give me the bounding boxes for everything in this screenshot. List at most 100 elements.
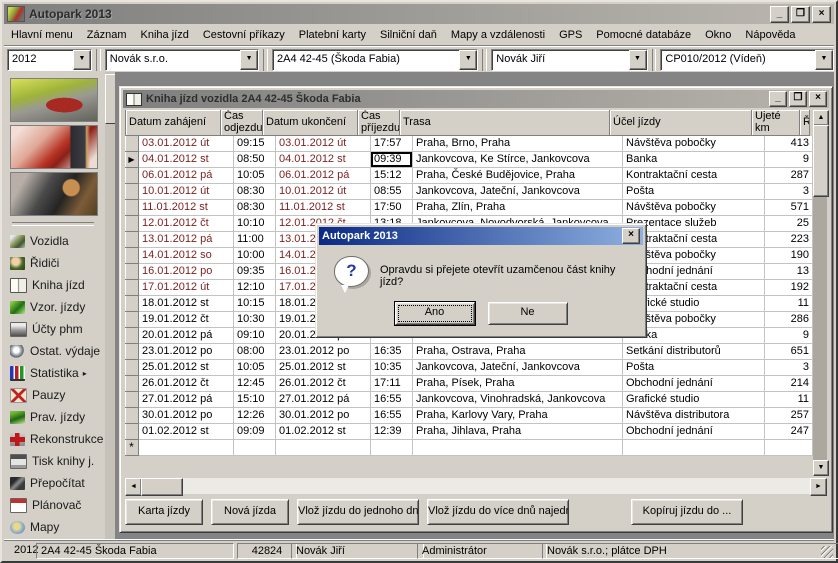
sidebar-item-prav-jizdy[interactable]: Prav. jízdy xyxy=(10,406,102,428)
row-selector[interactable] xyxy=(125,344,139,360)
column-header-ujete-km[interactable]: Ujeté km xyxy=(752,110,800,136)
cell-start_date[interactable]: 03.01.2012 út xyxy=(139,136,234,152)
cell-km[interactable]: 11 xyxy=(765,392,813,408)
column-header-cas-prijezdu[interactable]: Čas příjezdu xyxy=(358,110,400,136)
menu-item-zaznam[interactable]: Záznam xyxy=(80,27,134,43)
vertical-scrollbar-thumb[interactable] xyxy=(813,125,829,197)
cell-route[interactable]: Jankovcova, Jateční, Jankovcova xyxy=(413,184,623,200)
table-row[interactable]: ▶04.01.2012 st08:5004.01.2012 st09:39Jan… xyxy=(125,152,818,168)
sidebar-item-mapy[interactable]: Mapy xyxy=(10,516,102,538)
cell-end_date[interactable]: 06.01.2012 pá xyxy=(276,168,371,184)
cell-start_date[interactable]: 19.01.2012 čt xyxy=(139,312,234,328)
cell-dep_time[interactable]: 11:00 xyxy=(234,232,276,248)
sidebar-item-ucty-phm[interactable]: Účty phm xyxy=(10,318,102,340)
cell-route[interactable]: Praha, Písek, Praha xyxy=(413,376,623,392)
cell-km[interactable]: 651 xyxy=(765,344,813,360)
sidebar-scrollbar[interactable] xyxy=(105,72,115,541)
sidebar-item-vozidla[interactable]: Vozidla xyxy=(10,230,102,252)
cell-dep_time[interactable]: 09:15 xyxy=(234,136,276,152)
cell-dep_time[interactable]: 08:30 xyxy=(234,200,276,216)
sidebar-item-planovac[interactable]: Plánovač xyxy=(10,494,102,516)
combo-year-value[interactable]: 2012 xyxy=(8,50,73,70)
minimize-button[interactable]: _ xyxy=(770,6,789,23)
cell-end_date[interactable]: 23.01.2012 po xyxy=(276,344,371,360)
combo-vehicle[interactable]: 2A4 42-45 (Škoda Fabia)▼ xyxy=(272,49,478,71)
cell-km[interactable]: 13 xyxy=(765,264,813,280)
cell-arr_time[interactable]: 12:39 xyxy=(371,424,413,440)
cell-purpose[interactable]: Setkání distributorů xyxy=(623,344,765,360)
cell-empty[interactable] xyxy=(623,440,765,456)
combo-year[interactable]: 2012▼ xyxy=(7,49,92,71)
cell-km[interactable]: 190 xyxy=(765,248,813,264)
cell-start_date[interactable]: 30.01.2012 po xyxy=(139,408,234,424)
cell-empty[interactable] xyxy=(276,440,371,456)
cell-km[interactable]: 247 xyxy=(765,424,813,440)
combo-trip-order-value[interactable]: CP010/2012 (Vídeň) xyxy=(661,50,815,70)
sidebar-item-pauzy[interactable]: Pauzy xyxy=(10,384,102,406)
cell-end_date[interactable]: 26.01.2012 čt xyxy=(276,376,371,392)
table-row[interactable]: 10.01.2012 út08:3010.01.2012 út08:55Jank… xyxy=(125,184,818,200)
column-header-datum-zahajeni[interactable]: Datum zahájení xyxy=(126,110,221,136)
cell-dep_time[interactable]: 09:10 xyxy=(234,328,276,344)
cell-empty[interactable] xyxy=(765,440,813,456)
cell-arr_time[interactable]: 08:55 xyxy=(371,184,413,200)
cell-purpose[interactable]: Kontraktační cesta xyxy=(623,168,765,184)
combo-company[interactable]: Novák s.r.o.▼ xyxy=(105,49,259,71)
cell-km[interactable]: 214 xyxy=(765,376,813,392)
vertical-scrollbar[interactable]: ▲ ▼ xyxy=(813,110,827,474)
cell-km[interactable]: 223 xyxy=(765,232,813,248)
cell-km[interactable]: 3 xyxy=(765,184,813,200)
cell-start_date[interactable]: 17.01.2012 út xyxy=(139,280,234,296)
cell-start_date[interactable]: 16.01.2012 po xyxy=(139,264,234,280)
table-row[interactable]: 26.01.2012 čt12:4526.01.2012 čt17:11Prah… xyxy=(125,376,818,392)
cell-route[interactable]: Jankovcova, Ke Stírce, Jankovcova xyxy=(413,152,623,168)
cell-arr_time[interactable]: 16:55 xyxy=(371,392,413,408)
menu-item-cestovni-prikazy[interactable]: Cestovní příkazy xyxy=(196,27,292,43)
menu-item-silnicni-dan[interactable]: Silniční daň xyxy=(373,27,444,43)
cell-start_date[interactable]: 18.01.2012 st xyxy=(139,296,234,312)
cell-start_date[interactable]: 26.01.2012 čt xyxy=(139,376,234,392)
cell-dep_time[interactable]: 09:35 xyxy=(234,264,276,280)
menu-item-kniha-jizd[interactable]: Kniha jízd xyxy=(134,27,196,43)
cell-dep_time[interactable]: 15:10 xyxy=(234,392,276,408)
scroll-up-icon[interactable]: ▲ xyxy=(813,110,829,126)
chevron-down-icon[interactable]: ▼ xyxy=(629,50,647,70)
cell-km[interactable]: 287 xyxy=(765,168,813,184)
sidebar-item-prepocitat[interactable]: Přepočítat xyxy=(10,472,102,494)
cell-purpose[interactable]: Pošta xyxy=(623,184,765,200)
sidebar-item-tisk-knihy-j[interactable]: Tisk knihy j. xyxy=(10,450,102,472)
action-button-vloz-jizdu-do-vice-dnu-najednou[interactable]: Vlož jízdu do více dnů najednou xyxy=(427,499,569,525)
cell-start_date[interactable]: 06.01.2012 pá xyxy=(139,168,234,184)
cell-arr_time[interactable]: 16:35 xyxy=(371,344,413,360)
cell-end_date[interactable]: 01.02.2012 st xyxy=(276,424,371,440)
cell-purpose[interactable]: Grafické studio xyxy=(623,392,765,408)
cell-dep_time[interactable]: 10:15 xyxy=(234,296,276,312)
cell-arr_time[interactable]: 09:39 xyxy=(371,152,413,168)
row-selector[interactable] xyxy=(125,296,139,312)
cell-route[interactable]: Jankovcova, Jateční, Jankovcova xyxy=(413,360,623,376)
cell-start_date[interactable]: 12.01.2012 čt xyxy=(139,216,234,232)
cell-dep_time[interactable]: 10:05 xyxy=(234,168,276,184)
cell-purpose[interactable]: Banka xyxy=(623,152,765,168)
cell-start_date[interactable]: 13.01.2012 pá xyxy=(139,232,234,248)
maximize-button[interactable]: ❐ xyxy=(791,6,810,23)
row-selector[interactable] xyxy=(125,136,139,152)
scroll-down-icon[interactable]: ▼ xyxy=(813,460,829,476)
cell-end_date[interactable]: 11.01.2012 st xyxy=(276,200,371,216)
cell-dep_time[interactable]: 12:45 xyxy=(234,376,276,392)
cell-start_date[interactable]: 25.01.2012 st xyxy=(139,360,234,376)
cell-km[interactable]: 192 xyxy=(765,280,813,296)
table-row[interactable]: 03.01.2012 út09:1503.01.2012 út17:57Prah… xyxy=(125,136,818,152)
combo-driver[interactable]: Novák Jiří▼ xyxy=(491,49,647,71)
menu-item-napoveda[interactable]: Nápověda xyxy=(738,27,802,43)
action-button-nova-jizda[interactable]: Nová jízda xyxy=(211,499,289,525)
cell-km[interactable]: 25 xyxy=(765,216,813,232)
sidebar-item-ostat-vydaje[interactable]: Ostat. výdaje xyxy=(10,340,102,362)
cell-end_date[interactable]: 30.01.2012 po xyxy=(276,408,371,424)
cell-dep_time[interactable]: 08:50 xyxy=(234,152,276,168)
table-row[interactable]: 30.01.2012 po12:2630.01.2012 po16:55Prah… xyxy=(125,408,818,424)
cell-empty[interactable] xyxy=(139,440,234,456)
cell-route[interactable]: Praha, Karlovy Vary, Praha xyxy=(413,408,623,424)
child-minimize-button[interactable]: _ xyxy=(769,91,787,107)
table-row[interactable]: 11.01.2012 st08:3011.01.2012 st17:50Prah… xyxy=(125,200,818,216)
